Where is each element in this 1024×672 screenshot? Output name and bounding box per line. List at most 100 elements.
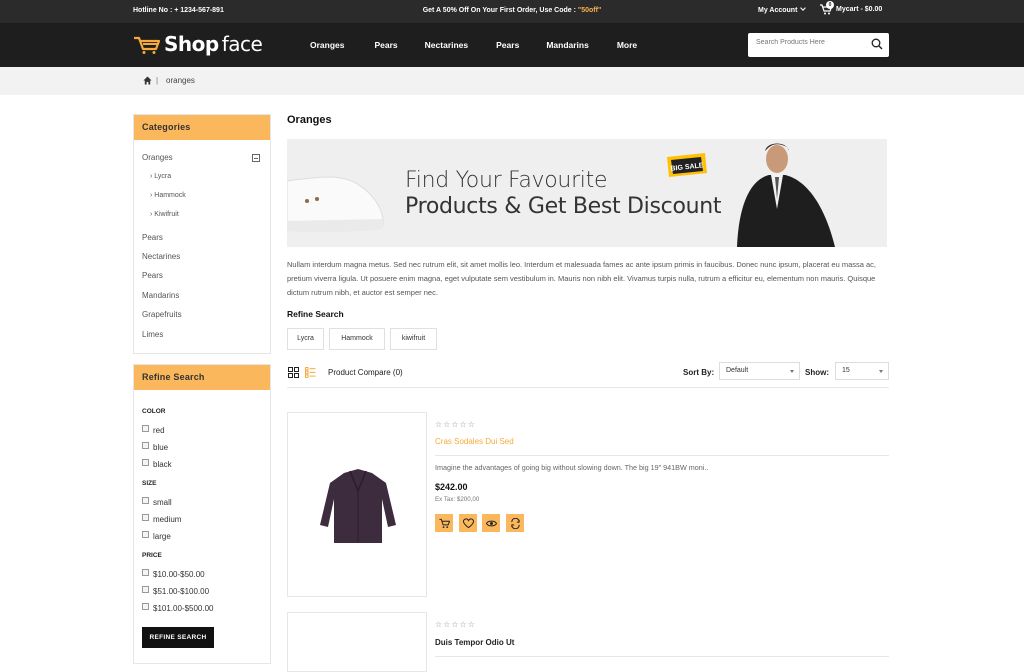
checkbox[interactable] — [142, 459, 149, 466]
categories-title: Categories — [134, 115, 270, 140]
nav-item-pears-2[interactable]: Pears — [496, 40, 519, 50]
chevron-down-icon — [800, 5, 807, 11]
category-pears[interactable]: Pears — [142, 233, 163, 242]
refine-chip-kiwifruit[interactable]: kiwifruit — [390, 328, 437, 350]
collapse-minus-icon[interactable] — [252, 154, 260, 162]
nav-item-oranges[interactable]: Oranges — [310, 40, 345, 50]
my-account-label: My Account — [758, 7, 798, 14]
cart-count-badge: 0 — [826, 1, 834, 9]
caret-down-icon — [879, 370, 883, 373]
checkbox[interactable] — [142, 425, 149, 432]
show-count-select[interactable]: 15 — [835, 362, 889, 380]
model-image — [737, 143, 835, 247]
category-limes[interactable]: Limes — [142, 330, 163, 339]
sort-by-select[interactable]: Default — [719, 362, 800, 380]
list-view-icon[interactable] — [305, 367, 316, 378]
checkbox[interactable] — [142, 569, 149, 576]
subcategory-kiwifruit[interactable]: › Kiwifruit — [150, 211, 179, 218]
big-sale-badge: BIG SALE — [667, 153, 707, 177]
compare-arrows-icon — [510, 517, 520, 529]
filter-option-red[interactable]: red — [142, 425, 165, 435]
mycart-button[interactable]: 0 Mycart - $0.00 — [820, 1, 883, 15]
filter-title-price: PRICE — [142, 552, 162, 559]
show-count-value: 15 — [842, 367, 850, 374]
compare-button[interactable] — [506, 514, 524, 532]
refine-search-button[interactable]: REFINE SEARCH — [142, 627, 214, 648]
home-icon[interactable] — [143, 76, 152, 85]
search-input[interactable] — [756, 39, 866, 46]
category-grapefruits[interactable]: Grapefruits — [142, 310, 182, 319]
checkbox[interactable] — [142, 497, 149, 504]
product-image[interactable] — [287, 612, 427, 672]
category-pears-2[interactable]: Pears — [142, 271, 163, 280]
nav-item-nectarines[interactable]: Nectarines — [425, 40, 468, 50]
add-to-wishlist-button[interactable] — [459, 514, 477, 532]
category-nectarines[interactable]: Nectarines — [142, 252, 180, 261]
nav-item-pears[interactable]: Pears — [375, 40, 398, 50]
product-compare-link[interactable]: Product Compare (0) — [328, 368, 403, 377]
filter-option-medium[interactable]: medium — [142, 514, 181, 524]
subcategory-lycra[interactable]: › Lycra — [150, 173, 171, 180]
product-image[interactable] — [287, 412, 427, 597]
my-account-dropdown[interactable]: My Account — [758, 5, 807, 14]
nav-item-more[interactable]: More — [617, 40, 637, 50]
refine-chip-hammock[interactable]: Hammock — [329, 328, 385, 350]
product-description: Imagine the advantages of going big with… — [435, 463, 709, 472]
grid-view-icon[interactable] — [288, 367, 299, 378]
filter-option-black[interactable]: black — [142, 459, 172, 469]
quick-view-button[interactable] — [482, 514, 500, 532]
categories-panel: Categories Oranges › Lycra › Hammock › K… — [133, 114, 271, 354]
breadcrumb: | oranges — [0, 67, 1024, 95]
basket-logo-icon — [134, 36, 161, 54]
divider — [287, 387, 889, 388]
filter-option-blue[interactable]: blue — [142, 442, 168, 452]
checkbox[interactable] — [142, 531, 149, 538]
divider — [435, 656, 889, 657]
search-icon[interactable] — [871, 38, 883, 50]
sort-by-label: Sort By: — [683, 368, 715, 377]
filter-option-price-3[interactable]: $101.00-$500.00 — [142, 603, 214, 613]
page-title: Oranges — [287, 114, 332, 126]
product-rating-stars: ☆☆☆☆☆ — [435, 420, 476, 429]
add-to-cart-button[interactable] — [435, 514, 453, 532]
cart-icon: 0 — [820, 1, 834, 15]
sort-by-value: Default — [726, 367, 749, 374]
checkbox[interactable] — [142, 603, 149, 610]
filter-title-size: SIZE — [142, 480, 157, 487]
filter-option-small[interactable]: small — [142, 497, 172, 507]
filter-title-color: COLOR — [142, 408, 166, 415]
category-banner[interactable]: Find Your Favourite Products & Get Best … — [287, 139, 887, 247]
product-name-link[interactable]: Duis Tempor Odio Ut — [435, 638, 514, 647]
breadcrumb-current[interactable]: oranges — [166, 76, 195, 85]
cart-icon — [438, 518, 450, 528]
sneaker-image — [287, 176, 384, 233]
product-price: $242.00 — [435, 482, 468, 492]
divider — [435, 455, 889, 456]
refine-chip-lycra[interactable]: Lycra — [287, 328, 324, 350]
checkbox[interactable] — [142, 586, 149, 593]
promo-text: Get A 50% Off On Your First Order, Use C… — [422, 7, 578, 14]
filter-option-price-2[interactable]: $51.00-$100.00 — [142, 586, 209, 596]
mycart-label: Mycart - $0.00 — [836, 6, 883, 13]
subcategory-hammock[interactable]: › Hammock — [150, 192, 186, 199]
main-nav: Oranges Pears Nectarines Pears Mandarins… — [310, 40, 637, 50]
breadcrumb-separator: | — [156, 76, 159, 85]
coat-image — [320, 469, 396, 543]
shopface-logo[interactable]: Shop face — [133, 32, 263, 56]
caret-down-icon — [790, 370, 794, 373]
logo-text-light: face — [221, 32, 263, 56]
top-bar: Hotline No : + 1234-567-891 Get A 50% Of… — [0, 0, 1024, 23]
main-header: Shop face Oranges Pears Nectarines Pears… — [0, 23, 1024, 67]
checkbox[interactable] — [142, 442, 149, 449]
eye-icon — [485, 520, 497, 526]
filter-option-price-1[interactable]: $10.00-$50.00 — [142, 569, 205, 579]
refine-search-title: Refine Search — [134, 365, 270, 390]
category-oranges[interactable]: Oranges — [142, 153, 173, 162]
refine-search-panel: Refine Search COLOR red blue black SIZE … — [133, 364, 271, 664]
heart-icon — [462, 517, 474, 528]
product-name-link[interactable]: Cras Sodales Dui Sed — [435, 437, 514, 446]
category-mandarins[interactable]: Mandarins — [142, 291, 179, 300]
nav-item-mandarins[interactable]: Mandarins — [546, 40, 589, 50]
checkbox[interactable] — [142, 514, 149, 521]
filter-option-large[interactable]: large — [142, 531, 171, 541]
